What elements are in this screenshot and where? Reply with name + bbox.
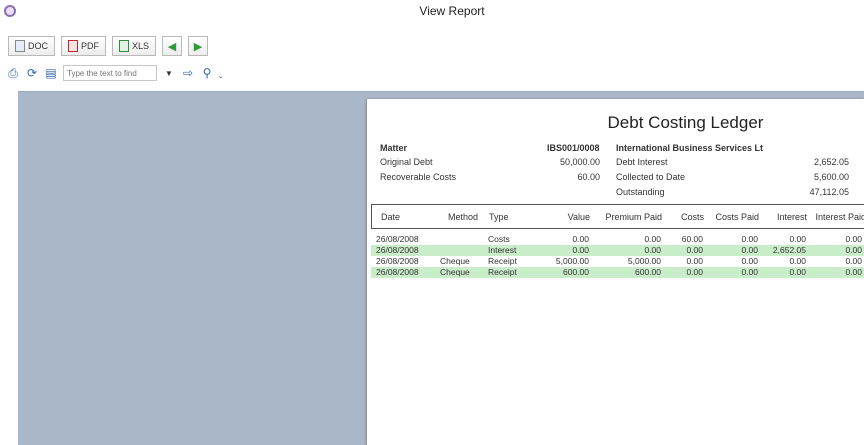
forward-button[interactable]: ▶	[188, 36, 209, 56]
export-pdf-button[interactable]: PDF	[61, 36, 106, 56]
row-value: 0.00	[572, 234, 589, 244]
window-title: View Report	[419, 4, 485, 18]
client-name: International Business Services Lt	[616, 143, 764, 153]
forward-arrow-icon: ▶	[193, 40, 203, 53]
col-costs: Costs	[680, 212, 704, 222]
row-costs: 0.00	[686, 245, 703, 255]
row-value: 5,000.00	[555, 256, 589, 266]
row-premium-paid: 0.00	[644, 245, 661, 255]
row-interest: 0.00	[789, 234, 806, 244]
row-type: Costs	[488, 234, 510, 244]
row-interest: 0.00	[789, 256, 806, 266]
report-viewer-window: View Report DOC PDF XLS ◀ ▶ ⎙ ⟳ ▤ ▼ ⇨ ⚲ …	[0, 0, 864, 445]
row-premium-paid: 600.00	[635, 267, 661, 277]
collected-value: 5,600.00	[813, 172, 849, 182]
row-interest-paid: 0.00	[845, 245, 862, 255]
row-type: Interest	[488, 245, 517, 255]
export-xls-button[interactable]: XLS	[112, 36, 157, 56]
row-date: 26/08/2008	[376, 267, 419, 277]
export-pdf-label: PDF	[81, 41, 99, 51]
matter-value: IBS001/0008	[547, 143, 600, 153]
xls-file-icon	[119, 40, 129, 52]
find-dropdown-icon[interactable]: ▼	[162, 66, 176, 80]
row-interest-paid: 0.00	[845, 267, 862, 277]
table-row: 26/08/2008 Cheque Receipt 5,000.00 5,000…	[371, 256, 864, 267]
back-button[interactable]: ◀	[162, 36, 183, 56]
row-premium-paid: 0.00	[644, 234, 661, 244]
debt-interest-value: 2,652.05	[813, 157, 849, 167]
find-text-input[interactable]	[63, 65, 157, 81]
original-debt-label: Original Debt	[380, 157, 433, 167]
table-row: 26/08/2008 Cheque Receipt 600.00 600.00 …	[371, 267, 864, 278]
col-type: Type	[489, 212, 509, 222]
row-date: 26/08/2008	[376, 256, 419, 266]
row-method: Cheque	[440, 256, 470, 266]
row-date: 26/08/2008	[376, 245, 419, 255]
row-costs-paid: 0.00	[741, 245, 758, 255]
refresh-icon[interactable]: ⟳	[25, 66, 39, 80]
pdf-file-icon	[68, 40, 78, 52]
col-value: Value	[567, 212, 590, 222]
print-icon[interactable]: ⎙	[6, 66, 20, 80]
table-row: 26/08/2008 Interest 0.00 0.00 0.00 0.00 …	[371, 245, 864, 256]
row-costs: 0.00	[686, 267, 703, 277]
back-arrow-icon: ◀	[167, 40, 177, 53]
col-premium-paid: Premium Paid	[605, 212, 662, 222]
col-method: Method	[448, 212, 479, 222]
col-costs-paid: Costs Paid	[715, 212, 759, 222]
export-toolbar: DOC PDF XLS ◀ ▶	[8, 36, 209, 56]
col-date: Date	[381, 212, 401, 222]
outstanding-label: Outstanding	[616, 187, 665, 197]
row-costs-paid: 0.00	[741, 256, 758, 266]
report-title: Debt Costing Ledger	[607, 113, 764, 132]
debt-interest-label: Debt Interest	[616, 157, 668, 167]
row-interest-paid: 0.00	[845, 256, 862, 266]
ledger-table-header: Date Method Type Value Premium Paid Cost…	[371, 204, 864, 229]
row-interest: 2,652.05	[772, 245, 806, 255]
recoverable-costs-value: 60.00	[577, 172, 600, 182]
export-doc-button[interactable]: DOC	[8, 36, 55, 56]
col-interest: Interest	[776, 212, 807, 222]
row-value: 0.00	[572, 245, 589, 255]
report-viewer-area[interactable]: Debt Costing Ledger Matter IBS001/0008 I…	[18, 91, 864, 445]
export-xls-label: XLS	[132, 41, 150, 51]
col-interest-paid: Interest Paid	[815, 212, 864, 222]
original-debt-value: 50,000.00	[559, 157, 600, 167]
row-costs: 60.00	[681, 234, 703, 244]
title-bar: View Report	[0, 0, 864, 22]
row-interest: 0.00	[789, 267, 806, 277]
find-options-icon[interactable]: ⚲	[200, 66, 214, 80]
row-method: Cheque	[440, 267, 470, 277]
row-type: Receipt	[488, 267, 517, 277]
table-row: 26/08/2008 Costs 0.00 0.00 60.00 0.00 0.…	[371, 234, 864, 245]
find-next-icon[interactable]: ⇨	[181, 66, 195, 80]
toolbar-overflow-icon[interactable]: ˬ	[219, 68, 222, 79]
row-costs-paid: 0.00	[741, 234, 758, 244]
page-setup-icon[interactable]: ▤	[44, 66, 58, 80]
doc-file-icon	[15, 40, 25, 52]
row-interest-paid: 0.00	[845, 234, 862, 244]
row-premium-paid: 5,000.00	[627, 256, 661, 266]
matter-label: Matter	[380, 143, 408, 153]
viewer-toolbar: ⎙ ⟳ ▤ ▼ ⇨ ⚲ ˬ	[6, 64, 222, 82]
outstanding-value: 47,112.05	[809, 187, 849, 197]
row-costs-paid: 0.00	[741, 267, 758, 277]
recoverable-costs-label: Recoverable Costs	[380, 172, 457, 182]
collected-label: Collected to Date	[616, 172, 686, 182]
export-doc-label: DOC	[28, 41, 48, 51]
row-value: 600.00	[563, 267, 589, 277]
row-date: 26/08/2008	[376, 234, 419, 244]
report-page: Debt Costing Ledger Matter IBS001/0008 I…	[367, 99, 864, 445]
row-type: Receipt	[488, 256, 517, 266]
row-costs: 0.00	[686, 256, 703, 266]
